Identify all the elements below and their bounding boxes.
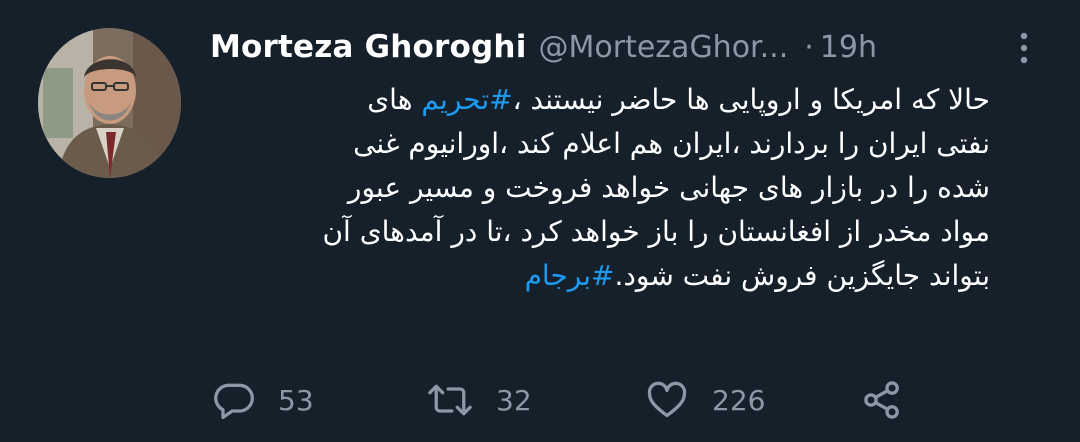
reply-button[interactable]: 53 <box>212 372 314 428</box>
like-button[interactable]: 226 <box>644 372 765 428</box>
tweet-line: حالا که امریکا و اروپایی ها حاضر نیستند … <box>210 78 990 122</box>
tweet-line: بتواند جایگزین فروش نفت شود.#برجام <box>210 254 990 298</box>
tweet-text: حالا که امریکا و اروپایی ها حاضر نیستند … <box>210 78 990 298</box>
tweet-text-segment: های <box>367 83 422 116</box>
separator-dot: · <box>804 29 814 65</box>
author-handle[interactable]: @MortezaGhor... <box>539 30 789 65</box>
retweet-count: 32 <box>496 383 532 417</box>
heart-icon <box>644 378 690 422</box>
more-vertical-icon[interactable] <box>1012 28 1036 68</box>
retweet-icon <box>426 378 474 422</box>
retweet-button[interactable]: 32 <box>426 372 532 428</box>
tweet-header: Morteza Ghoroghi @MortezaGhor... · 19h <box>210 22 1040 72</box>
tweet-line: شده را در بازار های جهانی خواهد فروخت و … <box>347 171 990 204</box>
tweet-line: مواد مخدر از افغانستان را باز خواهد کرد … <box>322 215 990 248</box>
share-button[interactable] <box>860 372 904 428</box>
reply-icon <box>212 378 256 422</box>
tweet-timestamp[interactable]: 19h <box>820 30 877 65</box>
hashtag-link[interactable]: #تحریم <box>421 83 512 116</box>
tweet-line: نفتی ایران را بردارند ،ایران هم اعلام کن… <box>353 127 990 160</box>
tweet-card[interactable]: Morteza Ghoroghi @MortezaGhor... · 19h ح… <box>0 0 1080 442</box>
tweet-actions: 53 32 226 <box>212 372 932 428</box>
reply-count: 53 <box>278 383 314 417</box>
author-display-name[interactable]: Morteza Ghoroghi <box>210 29 527 65</box>
like-count: 226 <box>712 383 766 417</box>
tweet-text-segment: بتواند جایگزین فروش نفت شود. <box>614 259 990 292</box>
avatar[interactable] <box>38 28 181 178</box>
share-icon <box>860 378 904 422</box>
tweet-text-segment: حالا که امریکا و اروپایی ها حاضر نیستند … <box>512 83 990 116</box>
hashtag-link[interactable]: #برجام <box>525 259 615 292</box>
